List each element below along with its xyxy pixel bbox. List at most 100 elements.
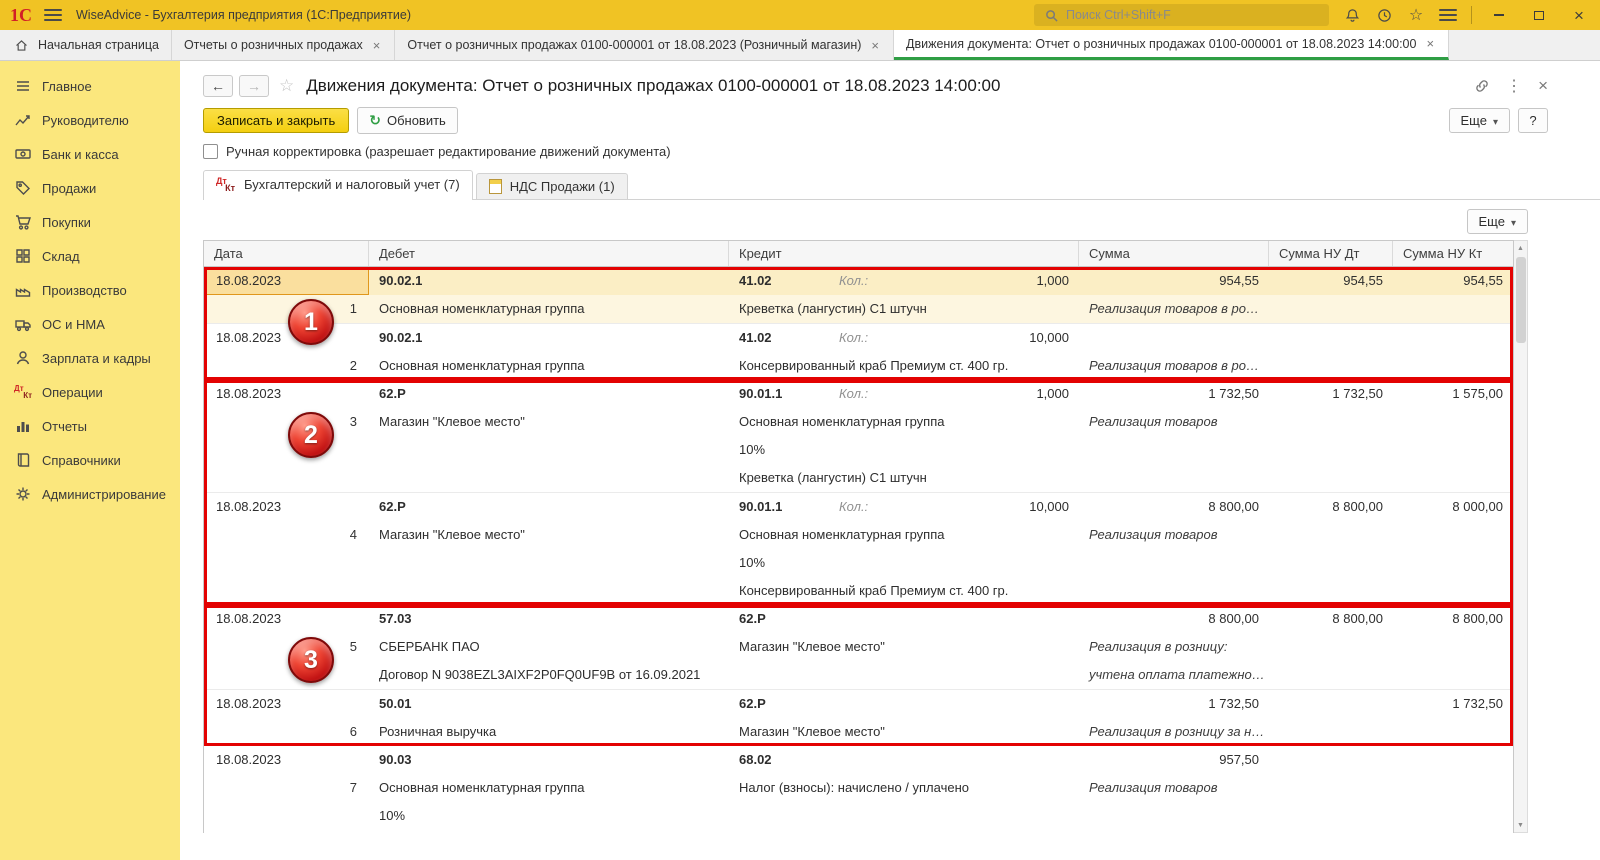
cell-sum-nu-kt[interactable] xyxy=(1393,746,1513,774)
posting-analytics-line[interactable]: 10% xyxy=(204,549,1513,577)
close-window-button[interactable] xyxy=(1566,5,1592,25)
cell-sum[interactable] xyxy=(1079,324,1269,352)
cell-sum-nu-dt[interactable]: 8 800,00 xyxy=(1269,493,1393,521)
manual-adjustment-label[interactable]: Ручная корректировка (разрешает редактир… xyxy=(226,144,671,159)
cell-credit-account[interactable]: 90.01.1 Кол.: 1,000 xyxy=(729,380,1079,408)
global-search-input[interactable]: Поиск Ctrl+Shift+F xyxy=(1034,4,1329,26)
tab-retail-reports-list[interactable]: Отчеты о розничных продажах xyxy=(171,30,396,60)
posting-main-line[interactable]: 18.08.2023 62.Р 90.01.1 Кол.: 1,000 1 732,50 1… xyxy=(204,380,1513,408)
cell-sum[interactable]: 8 800,00 xyxy=(1079,493,1269,521)
posting-main-line[interactable]: 18.08.2023 62.Р 90.01.1 Кол.: 10,000 8 800,00… xyxy=(204,493,1513,521)
save-and-close-button[interactable]: Записать и закрыть xyxy=(203,108,350,133)
cell-credit-account[interactable]: 41.02 Кол.: 1,000 xyxy=(729,267,1079,295)
posting-analytics-line[interactable]: 2 Основная номенклатурная группа Консервир… xyxy=(204,352,1513,380)
posting-analytics-line[interactable]: Консервированный краб Премиум ст. 400 гр… xyxy=(204,577,1513,605)
forward-button[interactable] xyxy=(239,75,269,97)
history-clock-icon[interactable] xyxy=(1375,6,1393,24)
table-more-button[interactable]: Еще xyxy=(1466,209,1528,234)
cell-sum[interactable]: 957,50 xyxy=(1079,746,1269,774)
cell-sum[interactable]: 8 800,00 xyxy=(1079,605,1269,633)
posting-analytics-line[interactable]: 6 Розничная выручка Магазин "Клевое место"… xyxy=(204,718,1513,746)
cell-sum-nu-dt[interactable] xyxy=(1269,690,1393,718)
posting-entry-2[interactable]: 18.08.2023 90.02.1 41.02 Кол.: 10,000 2 Основн… xyxy=(204,323,1513,380)
sidebar-item-purchases[interactable]: Покупки xyxy=(0,205,180,239)
column-header-sum-nu-kt[interactable]: Сумма НУ Кт xyxy=(1393,241,1513,266)
cell-sum-nu-kt[interactable] xyxy=(1393,324,1513,352)
cell-date[interactable]: 18.08.2023 xyxy=(204,324,369,352)
tab-retail-report-document[interactable]: Отчет о розничных продажах 0100-000001 о… xyxy=(395,30,894,60)
sidebar-item-fixed-assets[interactable]: ОС и НМА xyxy=(0,307,180,341)
cell-date[interactable]: 18.08.2023 xyxy=(204,267,369,295)
column-header-sum[interactable]: Сумма xyxy=(1079,241,1269,266)
service-menu-icon[interactable] xyxy=(1439,9,1457,21)
cell-date[interactable]: 18.08.2023 xyxy=(204,493,369,521)
tab-home[interactable]: Начальная страница xyxy=(0,30,172,60)
cell-sum[interactable]: 1 732,50 xyxy=(1079,690,1269,718)
sidebar-item-production[interactable]: Производство xyxy=(0,273,180,307)
column-header-sum-nu-dt[interactable]: Сумма НУ Дт xyxy=(1269,241,1393,266)
more-button[interactable]: Еще xyxy=(1448,108,1510,133)
posting-entry-5[interactable]: 18.08.2023 57.03 62.Р 8 800,00 8 800,00 8 800… xyxy=(204,605,1513,689)
posting-analytics-line[interactable]: 7 Основная номенклатурная группа Налог (вз… xyxy=(204,774,1513,802)
sidebar-item-main[interactable]: Главное xyxy=(0,69,180,103)
scroll-up-icon[interactable] xyxy=(1514,241,1527,255)
column-header-date[interactable]: Дата xyxy=(204,241,369,266)
posting-entry-6[interactable]: 18.08.2023 50.01 62.Р 1 732,50 1 732,50 6 Розн… xyxy=(204,689,1513,746)
posting-analytics-line[interactable]: Креветка (лангустин) С1 штучн xyxy=(204,464,1513,492)
cell-sum-nu-kt[interactable]: 8 000,00 xyxy=(1393,493,1513,521)
cell-credit-account[interactable]: 68.02 xyxy=(729,746,1079,774)
posting-main-line[interactable]: 18.08.2023 90.02.1 41.02 Кол.: 1,000 954,55 95… xyxy=(204,267,1513,295)
posting-analytics-line[interactable]: 5 СБЕРБАНК ПАО Магазин "Клевое место" Реали… xyxy=(204,633,1513,661)
cell-debit-account[interactable]: 62.Р xyxy=(369,493,729,521)
cell-sum[interactable]: 1 732,50 xyxy=(1079,380,1269,408)
tab-accounting-tax[interactable]: Бухгалтерский и налоговый учет (7) xyxy=(203,170,473,200)
sidebar-item-operations[interactable]: Операции xyxy=(0,375,180,409)
posting-analytics-line[interactable]: 10% xyxy=(204,436,1513,464)
vertical-scrollbar[interactable] xyxy=(1514,240,1528,833)
add-favorite-star-icon[interactable] xyxy=(279,76,294,96)
posting-main-line[interactable]: 18.08.2023 90.03 68.02 957,50 xyxy=(204,746,1513,774)
cell-sum-nu-kt[interactable]: 1 575,00 xyxy=(1393,380,1513,408)
cell-sum-nu-kt[interactable]: 8 800,00 xyxy=(1393,605,1513,633)
cell-date[interactable]: 18.08.2023 xyxy=(204,746,369,774)
tab-document-movements[interactable]: Движения документа: Отчет о розничных пр… xyxy=(894,30,1450,60)
favorites-star-icon[interactable] xyxy=(1407,6,1425,24)
cell-sum-nu-dt[interactable]: 1 732,50 xyxy=(1269,380,1393,408)
sidebar-item-payroll-hr[interactable]: Зарплата и кадры xyxy=(0,341,180,375)
sidebar-item-directories[interactable]: Справочники xyxy=(0,443,180,477)
cell-sum-nu-dt[interactable]: 954,55 xyxy=(1269,267,1393,295)
sidebar-item-warehouse[interactable]: Склад xyxy=(0,239,180,273)
cell-sum-nu-dt[interactable] xyxy=(1269,324,1393,352)
posting-analytics-line[interactable]: 10% xyxy=(204,802,1513,830)
cell-debit-account[interactable]: 62.Р xyxy=(369,380,729,408)
sidebar-item-administration[interactable]: Администрирование xyxy=(0,477,180,511)
main-menu-icon[interactable] xyxy=(44,9,62,21)
more-actions-icon[interactable] xyxy=(1506,76,1522,96)
posting-main-line[interactable]: 18.08.2023 57.03 62.Р 8 800,00 8 800,00 8 800… xyxy=(204,605,1513,633)
tab-close-icon[interactable] xyxy=(1424,36,1436,51)
tab-close-icon[interactable] xyxy=(371,38,383,53)
tab-close-icon[interactable] xyxy=(869,38,881,53)
notifications-bell-icon[interactable] xyxy=(1343,6,1361,24)
manual-adjustment-checkbox[interactable] xyxy=(203,144,218,159)
sidebar-item-bank-cash[interactable]: Банк и касса xyxy=(0,137,180,171)
posting-analytics-line[interactable]: Договор N 9038EZL3AIXF2P0FQ0UF9B от 16.0… xyxy=(204,661,1513,689)
posting-entry-3[interactable]: 18.08.2023 62.Р 90.01.1 Кол.: 1,000 1 732,50 1… xyxy=(204,380,1513,492)
cell-sum-nu-dt[interactable]: 8 800,00 xyxy=(1269,605,1393,633)
close-form-icon[interactable] xyxy=(1538,76,1548,96)
sidebar-item-reports[interactable]: Отчеты xyxy=(0,409,180,443)
cell-date[interactable]: 18.08.2023 xyxy=(204,380,369,408)
posting-analytics-line[interactable]: 4 Магазин "Клевое место" Основная номенкла… xyxy=(204,521,1513,549)
column-header-debit[interactable]: Дебет xyxy=(369,241,729,266)
posting-entry-7[interactable]: 18.08.2023 90.03 68.02 957,50 7 Основная номе… xyxy=(204,746,1513,830)
posting-analytics-line[interactable]: 3 Магазин "Клевое место" Основная номенкла… xyxy=(204,408,1513,436)
cell-credit-account[interactable]: 90.01.1 Кол.: 10,000 xyxy=(729,493,1079,521)
posting-entry-1[interactable]: 18.08.2023 90.02.1 41.02 Кол.: 1,000 954,55 95… xyxy=(204,267,1513,323)
scrollbar-thumb[interactable] xyxy=(1515,257,1526,343)
cell-sum[interactable]: 954,55 xyxy=(1079,267,1269,295)
refresh-button[interactable]: Обновить xyxy=(357,107,458,134)
get-link-icon[interactable] xyxy=(1474,78,1490,94)
cell-date[interactable]: 18.08.2023 xyxy=(204,690,369,718)
minimize-button[interactable] xyxy=(1486,5,1512,25)
tab-vat-sales[interactable]: НДС Продажи (1) xyxy=(475,173,628,199)
